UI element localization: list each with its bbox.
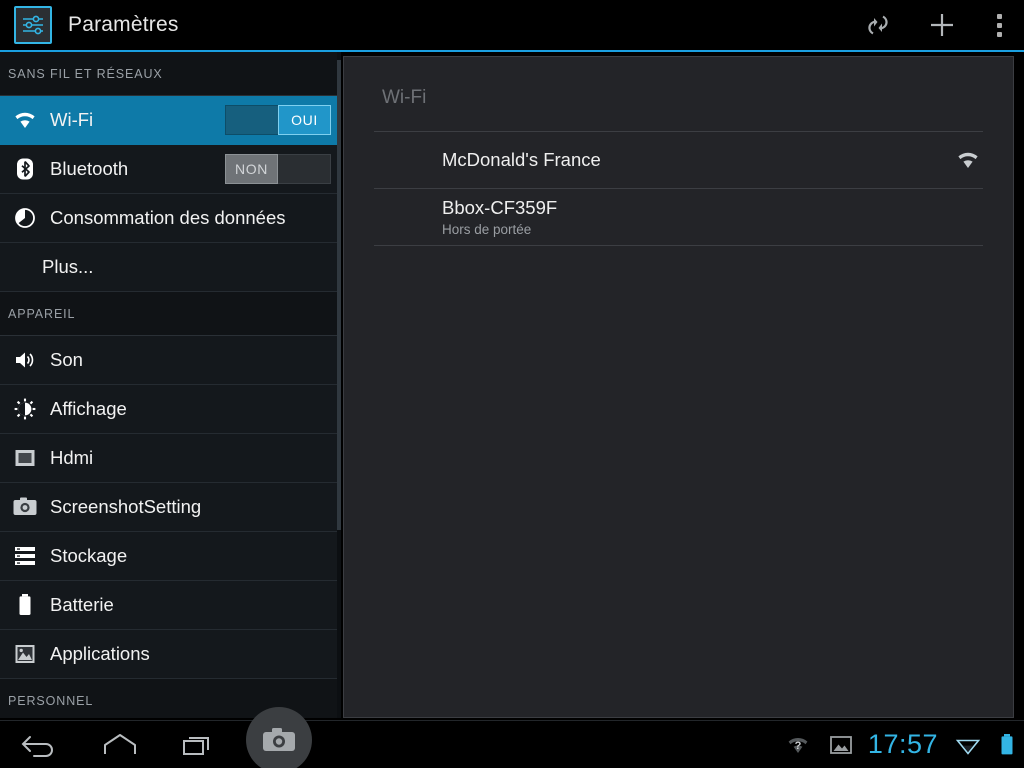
sidebar-item-label: Bluetooth: [50, 158, 129, 179]
sidebar-item-label: Wi-Fi: [50, 109, 94, 130]
network-text-block: McDonald's France: [442, 149, 953, 171]
toggle-thumb-label: NON: [225, 154, 278, 184]
apps-image-icon: [8, 643, 42, 665]
data-usage-pie-icon: [8, 207, 42, 229]
storage-list-icon: [8, 545, 42, 567]
sidebar-item-label: Plus...: [42, 256, 94, 277]
wifi-panel-title: Wi-Fi: [382, 87, 427, 108]
wifi-content-panel: Wi-Fi McDonald's France Bbox-CF359F Hors…: [343, 56, 1014, 718]
sidebar-section-wireless-header: SANS FIL ET RÉSEAUX: [0, 52, 341, 96]
toggle-thumb-label: OUI: [278, 105, 331, 135]
svg-text:?: ?: [795, 740, 802, 752]
sidebar-item-more[interactable]: Plus...: [0, 243, 341, 292]
screenshot-button[interactable]: [246, 707, 312, 768]
network-name: Bbox-CF359F: [442, 197, 558, 218]
sidebar-item-storage[interactable]: Stockage: [0, 532, 341, 581]
sidebar-item-bluetooth[interactable]: Bluetooth NON: [0, 145, 341, 194]
wifi-network-list: McDonald's France Bbox-CF359F Hors de po…: [344, 131, 1013, 246]
sidebar-item-label: Applications: [50, 643, 150, 664]
sidebar-item-label: Stockage: [50, 545, 128, 566]
sidebar-item-wifi[interactable]: Wi-Fi OUI: [0, 96, 341, 145]
toggle-track: [278, 154, 331, 184]
sidebar-item-label: Affichage: [50, 398, 127, 419]
sidebar-item-hdmi[interactable]: Hdmi: [0, 434, 341, 483]
network-text-block: Bbox-CF359F Hors de portée: [442, 197, 953, 237]
page-title: Paramètres: [68, 13, 179, 36]
sidebar-item-label: Consommation des données: [50, 207, 286, 228]
settings-screen: Paramètres SANS FIL ET RÉSEAUX Wi-Fi OUI…: [0, 0, 1024, 768]
bluetooth-toggle[interactable]: NON: [225, 154, 331, 184]
battery-icon: [8, 593, 42, 617]
wifi-signal-icon[interactable]: [946, 721, 990, 768]
speaker-volume-icon: [8, 349, 42, 371]
network-status: Hors de portée: [442, 222, 532, 237]
wifi-signal-icon: [953, 150, 983, 170]
recent-apps-icon: [183, 736, 209, 755]
back-button[interactable]: [0, 721, 80, 768]
home-icon: [104, 733, 136, 754]
home-button[interactable]: [80, 721, 160, 768]
sidebar-item-battery[interactable]: Batterie: [0, 581, 341, 630]
sidebar-item-sound[interactable]: Son: [0, 336, 341, 385]
system-navigation-bar: ? 17:57: [0, 707, 1024, 768]
settings-sidebar[interactable]: SANS FIL ET RÉSEAUX Wi-Fi OUI Bluetooth …: [0, 52, 341, 718]
network-name: McDonald's France: [442, 149, 601, 170]
sidebar-item-label: Hdmi: [50, 447, 94, 468]
camera-icon: [263, 728, 295, 751]
overflow-menu-button[interactable]: [974, 0, 1024, 50]
action-bar: Paramètres: [0, 0, 1024, 50]
monitor-icon: [8, 447, 42, 469]
list-divider: [374, 245, 983, 246]
bluetooth-icon: [8, 157, 42, 181]
add-network-button[interactable]: [910, 0, 974, 50]
recents-button[interactable]: [160, 721, 240, 768]
sidebar-item-screenshot-setting[interactable]: ScreenshotSetting: [0, 483, 341, 532]
wifi-network-item[interactable]: Bbox-CF359F Hors de portée: [344, 189, 1013, 245]
sidebar-scrollbar-thumb[interactable]: [337, 60, 341, 530]
sidebar-item-label: Son: [50, 349, 83, 370]
sidebar-item-label: Batterie: [50, 594, 114, 615]
overflow-menu-icon: [996, 12, 1002, 39]
settings-sliders-icon: [14, 6, 52, 44]
sidebar-item-display[interactable]: Affichage: [0, 385, 341, 434]
sidebar-item-applications[interactable]: Applications: [0, 630, 341, 679]
sidebar-item-label: ScreenshotSetting: [50, 496, 202, 517]
camera-icon: [8, 496, 42, 518]
status-clock: 17:57: [867, 729, 938, 759]
wifi-icon: [8, 110, 42, 130]
back-arrow-icon: [21, 735, 53, 757]
toggle-track: [225, 105, 278, 135]
brightness-sun-icon: [8, 397, 42, 421]
wifi-question-icon[interactable]: ?: [776, 721, 820, 768]
sidebar-section-device-header: APPAREIL: [0, 292, 341, 336]
image-icon[interactable]: [820, 721, 862, 768]
battery-full-icon[interactable]: [990, 721, 1024, 768]
wifi-toggle[interactable]: OUI: [225, 105, 331, 135]
wifi-network-item[interactable]: McDonald's France: [344, 132, 1013, 188]
scan-refresh-button[interactable]: [846, 0, 910, 50]
sidebar-item-data-usage[interactable]: Consommation des données: [0, 194, 341, 243]
